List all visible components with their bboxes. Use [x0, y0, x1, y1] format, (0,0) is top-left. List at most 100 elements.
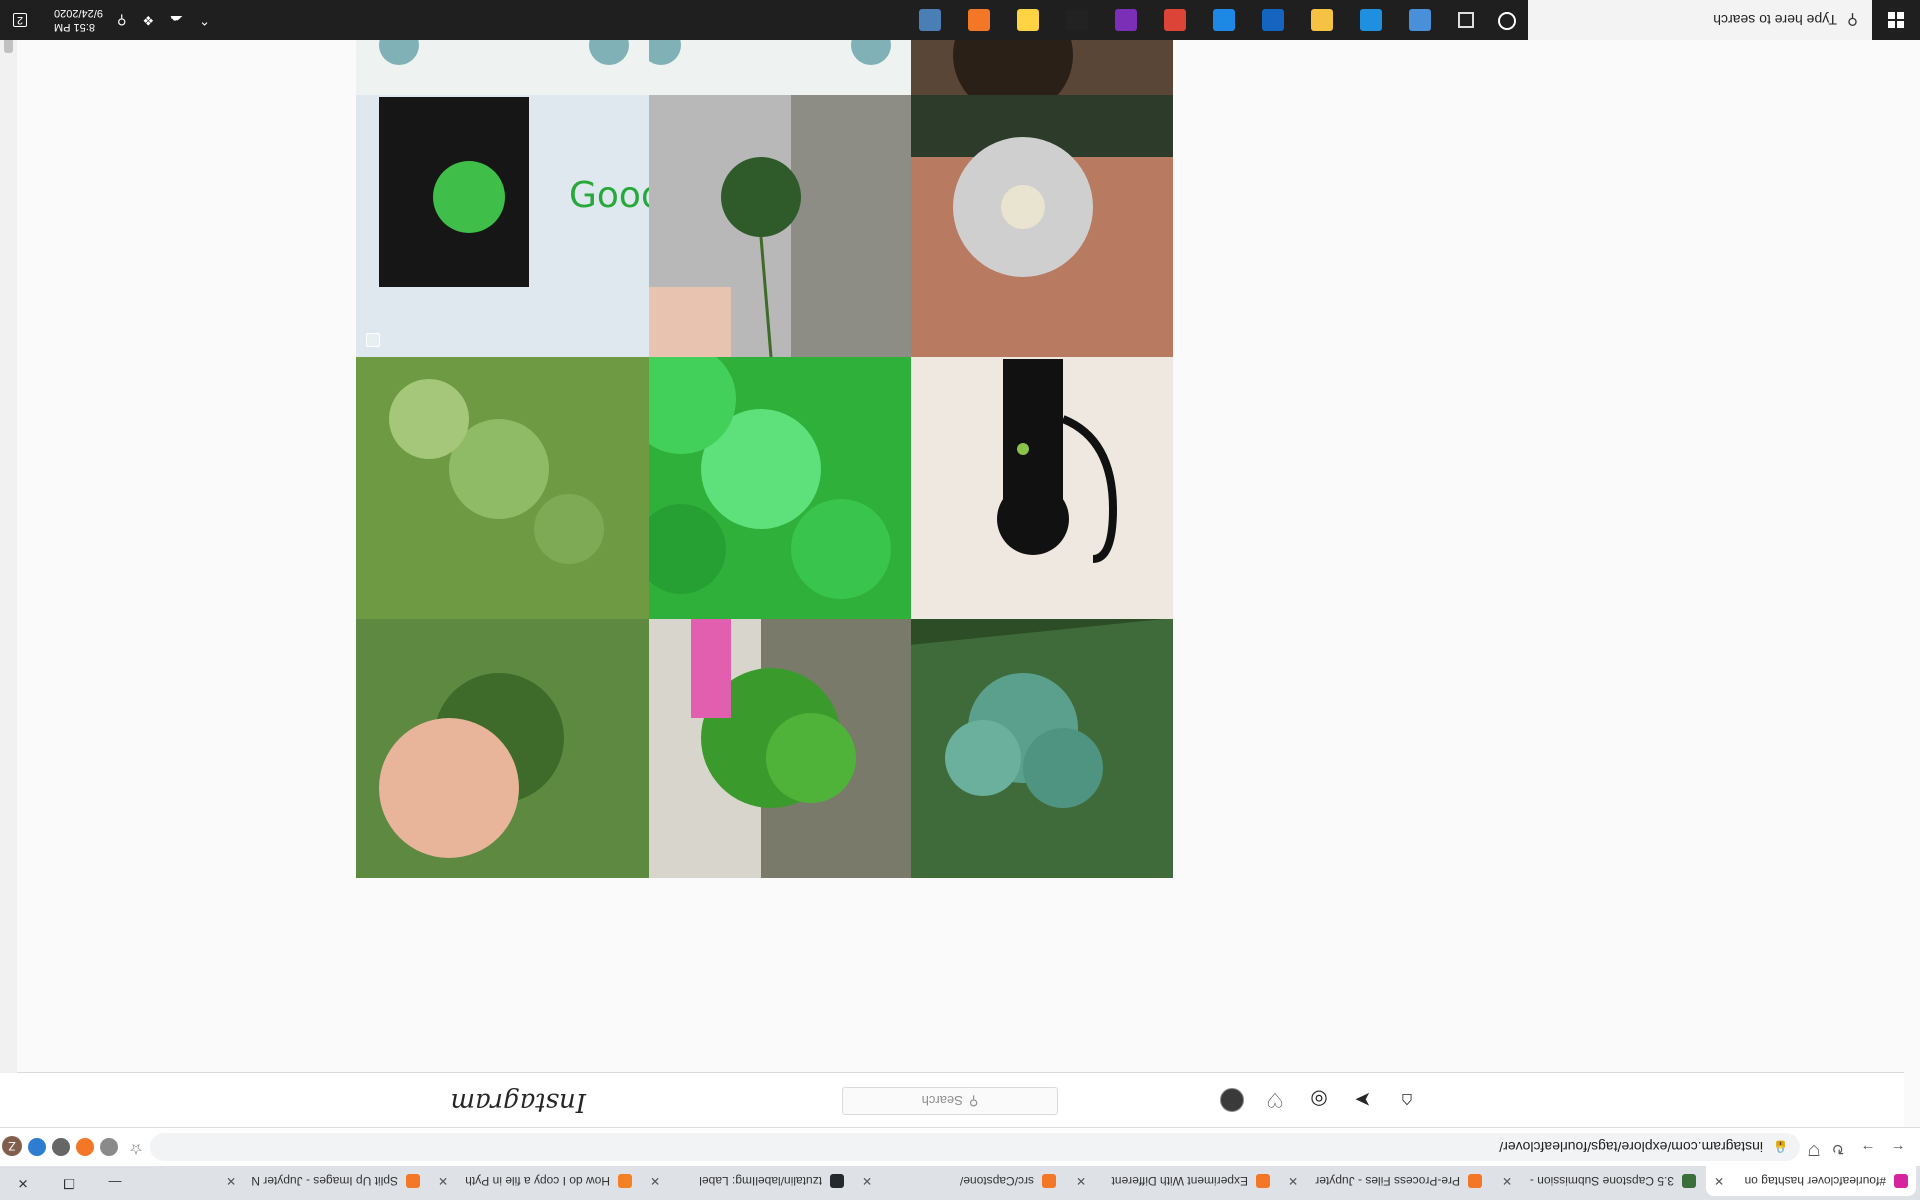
chrome-icon[interactable] [1159, 4, 1191, 36]
jupyter-icon [406, 1174, 420, 1188]
post-image: Good [356, 64, 649, 357]
post-cat-drawing[interactable] [880, 326, 1173, 619]
browser-tab[interactable]: #fourleafclover hashtag on ✕ [1706, 1166, 1916, 1196]
onedrive-icon[interactable]: ☁ [170, 12, 183, 28]
post-bright-clover-patch[interactable] [618, 326, 911, 619]
network-icon[interactable]: ⚲ [117, 12, 127, 28]
instagram-logo[interactable]: Instagram [450, 1087, 586, 1117]
jupyter-icon[interactable] [963, 4, 995, 36]
close-icon[interactable]: ✕ [0, 1166, 46, 1200]
tab-close-icon[interactable]: ✕ [1288, 1174, 1298, 1188]
search-placeholder: Search [921, 1093, 963, 1109]
browser-toolbar: ← → ↻ ⛉ 🔒 instagram.com/explore/tags/fou… [0, 1127, 1920, 1166]
post-clover-held-fingers[interactable] [356, 585, 649, 878]
taskbar-apps [914, 4, 1436, 36]
microsoft-edge-icon[interactable] [1355, 4, 1387, 36]
python-icon[interactable] [1012, 4, 1044, 36]
extension-ghost-icon[interactable] [52, 1138, 70, 1156]
instagram-nav: ⌂ ➤ ◎ ♡ [1220, 1087, 1420, 1113]
browser-tab[interactable]: How do I copy a file in Pyth ✕ [430, 1166, 640, 1196]
browser-tab[interactable]: src/Capstone/ ✕ [854, 1166, 1064, 1196]
search-icon: ⚲ [1847, 11, 1858, 28]
file-explorer-icon[interactable] [914, 4, 946, 36]
instagram-header: ⌂ ➤ ◎ ♡ ⚲ Search Instagram [0, 1072, 1904, 1127]
post-image [618, 64, 911, 357]
post-dog-partial[interactable] [880, 33, 1173, 95]
shield-icon[interactable]: ⛉ [1802, 1136, 1826, 1158]
extension-ublock-icon[interactable] [76, 1138, 94, 1156]
extension-shield-icon[interactable] [28, 1138, 46, 1156]
minimize-icon[interactable]: — [92, 1166, 138, 1200]
instagram-icon [1894, 1174, 1908, 1188]
chevron-up-icon[interactable]: ⌃ [199, 12, 210, 28]
post-image [880, 326, 1173, 619]
page-scrollbar[interactable] [0, 0, 17, 1073]
home-icon[interactable]: ⌂ [1394, 1087, 1420, 1113]
notification-center-icon[interactable]: 2 [0, 0, 40, 40]
tab-close-icon[interactable]: ✕ [650, 1174, 660, 1188]
direct-icon[interactable]: ➤ [1350, 1087, 1376, 1113]
browser-tab[interactable]: 3.5 Capstone Submission - ✕ [1494, 1166, 1704, 1196]
tab-close-icon[interactable]: ✕ [1502, 1174, 1512, 1188]
post-clover-pink-leash[interactable] [618, 585, 911, 878]
post-image [880, 64, 1173, 357]
post-good-day-banner-1[interactable] [356, 33, 649, 95]
browser-tab[interactable]: tzutalin/labelImg: Label ✕ [642, 1166, 852, 1196]
tab-title: Split Up Images - Jupyter N [251, 1174, 398, 1188]
sticky-notes-icon[interactable] [1306, 4, 1338, 36]
windows-start-icon[interactable] [1872, 0, 1920, 40]
system-tray: ⌃ ☁ ❖ ⚲ 8:51 PM 9/24/2020 2 [0, 0, 218, 40]
task-manager-icon[interactable] [1404, 4, 1436, 36]
tab-title: Pre-Process Files - Jupyter [1315, 1174, 1460, 1188]
onenote-icon[interactable] [1110, 4, 1142, 36]
tab-close-icon[interactable]: ✕ [1714, 1174, 1724, 1188]
taskbar-clock[interactable]: 8:51 PM 9/24/2020 [54, 6, 103, 34]
post-good-luck-card[interactable]: Good [356, 64, 649, 357]
browser-tab[interactable]: Pre-Process Files - Jupyter ✕ [1280, 1166, 1490, 1196]
windows-taskbar: ⚲ Type here to search ⌃ ☁ ❖ ⚲ 8:51 PM 9/… [0, 0, 1920, 40]
browser-tab[interactable]: Split Up Images - Jupyter N ✕ [218, 1166, 428, 1196]
profile-avatar[interactable] [1220, 1088, 1244, 1112]
reload-icon[interactable]: ↻ [1826, 1136, 1850, 1158]
explore-icon[interactable]: ◎ [1306, 1087, 1332, 1113]
browser-tab-strip: #fourleafclover hashtag on ✕ 3.5 Capstone … [0, 1166, 1920, 1200]
extension-grammarly-icon[interactable] [100, 1138, 118, 1156]
window-controls: — ❐ ✕ [0, 1166, 138, 1200]
activity-icon[interactable]: ♡ [1262, 1087, 1288, 1113]
tab-title: Experiment With Different [1111, 1174, 1249, 1188]
lock-icon: 🔒 [1773, 1140, 1788, 1154]
star-icon[interactable]: ☆ [124, 1136, 148, 1158]
taskbar-search-input[interactable]: ⚲ Type here to search [1528, 0, 1872, 40]
address-bar[interactable]: 🔒 instagram.com/explore/tags/fourleafclo… [150, 1133, 1800, 1161]
clock-time: 8:51 PM [54, 21, 95, 33]
jupyter-icon [1256, 1174, 1270, 1188]
carousel-icon [366, 333, 380, 347]
post-clover-held-sky[interactable] [618, 64, 911, 357]
browser-tab[interactable]: Experiment With Different ✕ [1068, 1166, 1278, 1196]
forward-icon[interactable]: → [1856, 1136, 1880, 1158]
mail-icon[interactable] [1208, 4, 1240, 36]
instagram-search-input[interactable]: ⚲ Search [842, 1087, 1058, 1115]
post-diamond-brooch[interactable] [880, 64, 1173, 357]
photoshop-icon[interactable] [1257, 4, 1289, 36]
notification-count: 2 [12, 13, 28, 27]
tab-close-icon[interactable]: ✕ [1076, 1174, 1086, 1188]
restore-icon[interactable]: ❐ [46, 1166, 92, 1200]
post-clover-in-grass[interactable] [356, 326, 649, 619]
dropbox-icon[interactable]: ❖ [142, 12, 154, 28]
tab-close-icon[interactable]: ✕ [438, 1174, 448, 1188]
search-icon: ⚲ [968, 1094, 979, 1109]
clock-date: 9/24/2020 [54, 7, 103, 19]
post-clover-grass-dark[interactable] [880, 585, 1173, 878]
tab-title: src/Capstone/ [959, 1174, 1034, 1188]
task-view-icon[interactable] [1458, 12, 1474, 28]
cortana-icon[interactable] [1498, 12, 1516, 30]
back-icon[interactable]: ← [1886, 1136, 1910, 1158]
post-good-day-banner-2[interactable] [618, 33, 911, 95]
post-image [618, 33, 911, 95]
profile-avatar-icon[interactable]: Z [2, 1136, 22, 1156]
terminal-icon[interactable] [1061, 4, 1093, 36]
stackoverflow-icon [618, 1174, 632, 1188]
tab-close-icon[interactable]: ✕ [226, 1174, 236, 1188]
tab-close-icon[interactable]: ✕ [862, 1174, 872, 1188]
